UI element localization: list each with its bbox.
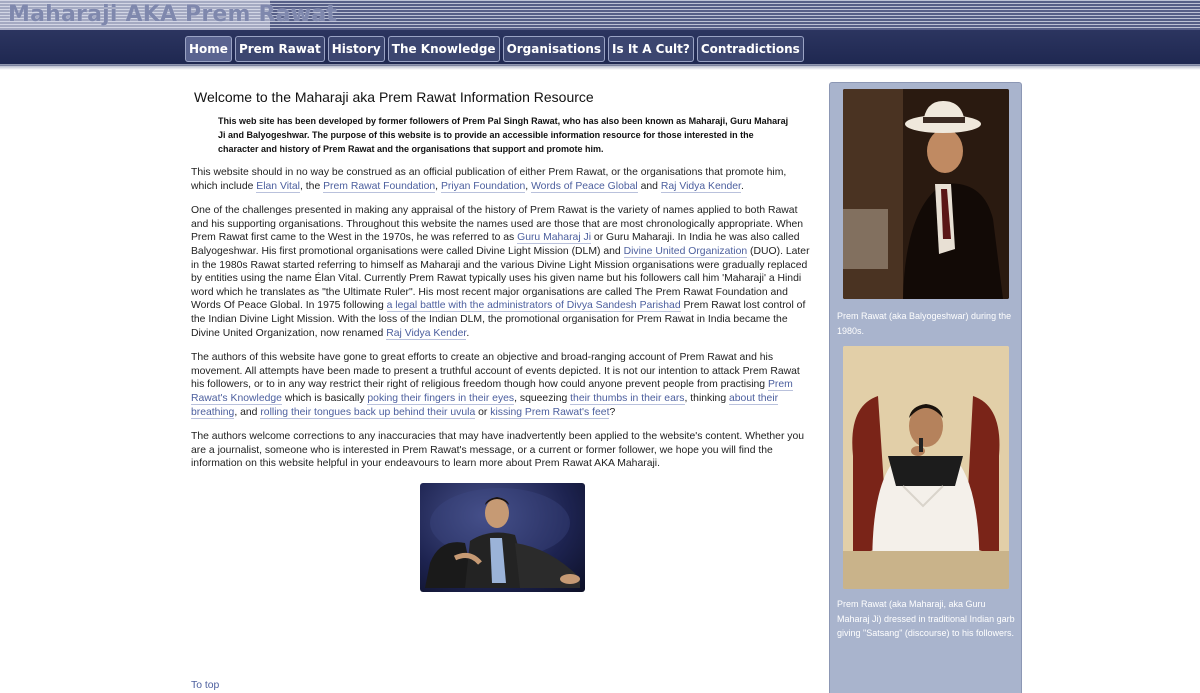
- man-in-hat-illustration: [843, 89, 1009, 299]
- caption-1980s: Prem Rawat (aka Balyogeshwar) during the…: [837, 311, 1012, 336]
- caption-satsang: Prem Rawat (aka Maharaji, aka Guru Mahar…: [837, 599, 1015, 638]
- page-heading: Welcome to the Maharaji aka Prem Rawat I…: [194, 89, 594, 105]
- p1-text-2: , the: [300, 180, 324, 192]
- paragraph-organisations: This website should in no way be constru…: [191, 166, 813, 193]
- intro-text: This web site has been developed by form…: [218, 116, 789, 154]
- p3-text-3: , squeezing: [514, 392, 571, 404]
- link-words-of-peace-global[interactable]: Words of Peace Global: [531, 180, 638, 193]
- paragraph-authors: The authors of this website have gone to…: [191, 351, 813, 419]
- link-divine-united-organization[interactable]: Divine United Organization: [623, 245, 748, 258]
- link-prem-rawat-foundation[interactable]: Prem Rawat Foundation: [323, 180, 436, 193]
- nav-home[interactable]: Home: [185, 36, 232, 62]
- to-top-link[interactable]: To top: [191, 680, 219, 691]
- link-raj-vidya-kender-2[interactable]: Raj Vidya Kender: [386, 327, 467, 340]
- main-content: Welcome to the Maharaji aka Prem Rawat I…: [191, 88, 813, 592]
- paragraph-names: One of the challenges presented in makin…: [191, 204, 813, 340]
- link-elan-vital[interactable]: Elan Vital: [256, 180, 300, 193]
- p2-text-5: .: [466, 327, 470, 339]
- link-tongues[interactable]: rolling their tongues back up behind the…: [260, 406, 476, 419]
- p3-text-5: , and: [234, 406, 261, 418]
- nav-contradictions[interactable]: Contradictions: [696, 36, 804, 62]
- link-legal-battle[interactable]: a legal battle with the administrators o…: [386, 300, 681, 313]
- link-kissing-feet[interactable]: kissing Prem Rawat's feet: [490, 406, 610, 419]
- site-title[interactable]: Maharaji AKA Prem Rawat: [8, 0, 337, 30]
- p3-text-4: , thinking: [684, 392, 729, 404]
- sidebar: Prem Rawat (aka Balyogeshwar) during the…: [829, 82, 1022, 693]
- seated-man-illustration: [425, 488, 580, 588]
- p3-text-2: which is basically: [281, 392, 368, 404]
- prem-rawat-1980s-photo: [843, 89, 1009, 299]
- nav-organisations[interactable]: Organisations: [502, 36, 606, 62]
- header-shadow: [0, 64, 1200, 70]
- site-header: Maharaji AKA Prem Rawat Home Prem Rawat …: [0, 0, 1200, 70]
- link-guru-maharaj-ji[interactable]: Guru Maharaj Ji: [517, 232, 592, 245]
- prem-rawat-satsang-photo: [843, 346, 1009, 589]
- p3-text-6: or: [475, 406, 491, 418]
- link-priyan-foundation[interactable]: Priyan Foundation: [440, 180, 526, 193]
- nav-is-it-a-cult[interactable]: Is It A Cult?: [608, 36, 694, 62]
- p3-text-1: The authors of this website have gone to…: [191, 352, 800, 391]
- link-fingers-in-eyes[interactable]: poking their fingers in their eyes: [367, 392, 515, 405]
- p1-text-5: and: [637, 180, 661, 192]
- man-in-white-illustration: [843, 346, 1009, 589]
- nav-history[interactable]: History: [327, 36, 385, 62]
- link-raj-vidya-kender[interactable]: Raj Vidya Kender: [660, 180, 741, 193]
- paragraph-corrections: The authors welcome corrections to any i…: [191, 431, 805, 470]
- nav-the-knowledge[interactable]: The Knowledge: [387, 36, 500, 62]
- main-nav: Home Prem Rawat History The Knowledge Or…: [185, 36, 804, 62]
- link-thumbs-in-ears[interactable]: their thumbs in their ears: [570, 392, 685, 405]
- nav-prem-rawat[interactable]: Prem Rawat: [234, 36, 325, 62]
- p3-text-7: ?: [609, 406, 616, 418]
- prem-rawat-seated-photo: [420, 483, 585, 592]
- p1-text-6: .: [740, 180, 744, 192]
